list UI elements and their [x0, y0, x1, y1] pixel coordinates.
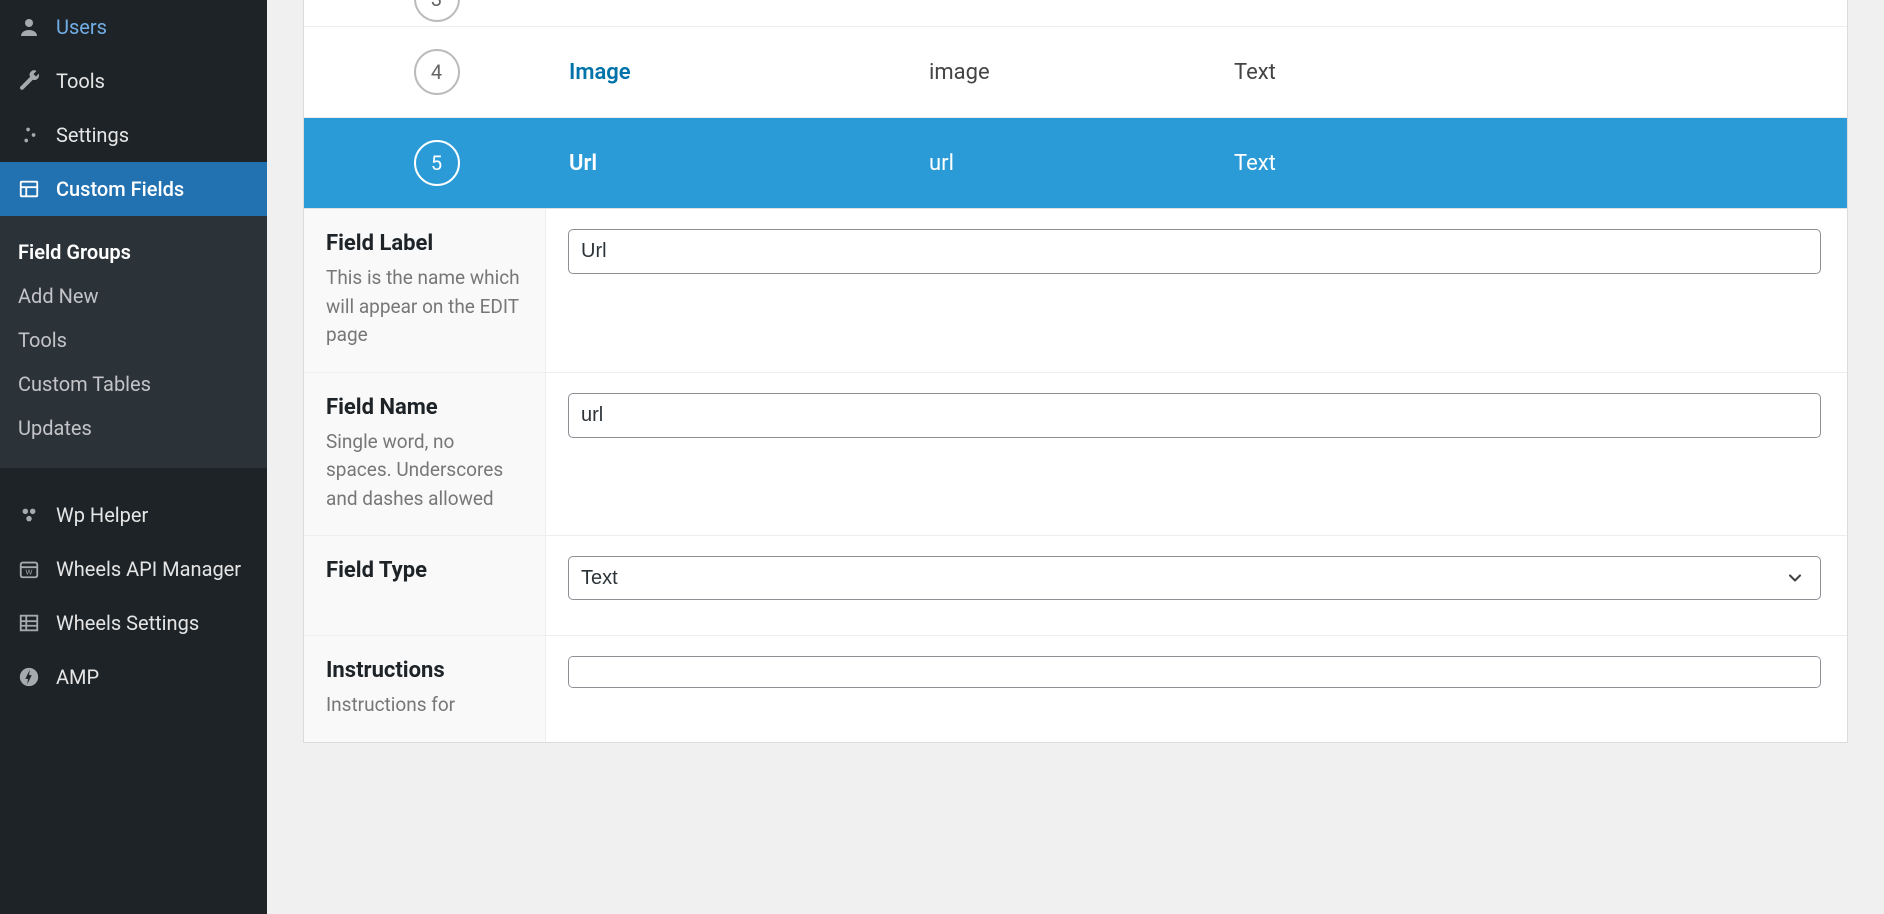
user-icon — [16, 14, 42, 40]
sidebar-item-wp-helper[interactable]: Wp Helper — [0, 488, 267, 542]
layout-icon — [16, 176, 42, 202]
menu-separator — [0, 468, 267, 488]
sidebar-submenu-custom-fields: Field Groups Add New Tools Custom Tables… — [0, 216, 267, 468]
field-name-cell: url — [929, 151, 1234, 176]
grid-icon — [16, 610, 42, 636]
wrench-icon — [16, 68, 42, 94]
field-label-input[interactable] — [568, 229, 1821, 274]
setting-row-field-type: Field Type Text — [304, 536, 1847, 636]
setting-title: Instructions — [326, 658, 523, 683]
sidebar-item-label: Tools — [56, 69, 105, 93]
field-settings: Field Label This is the name which will … — [304, 208, 1847, 742]
svg-text:W: W — [26, 568, 33, 577]
sidebar-item-wheels-api[interactable]: W Wheels API Manager — [0, 542, 267, 596]
sidebar-item-users[interactable]: Users — [0, 0, 267, 54]
sidebar-item-label: Wheels API Manager — [56, 557, 241, 581]
sidebar-item-label: Wp Helper — [56, 503, 148, 527]
calendar-icon: W — [16, 556, 42, 582]
field-order-badge[interactable]: 3 — [414, 0, 460, 22]
field-type-cell: Text — [1234, 151, 1847, 176]
sidebar-item-label: AMP — [56, 665, 99, 689]
sidebar-item-label: Wheels Settings — [56, 611, 199, 635]
sidebar-item-amp[interactable]: AMP — [0, 650, 267, 704]
setting-title: Field Label — [326, 231, 523, 256]
sidebar-item-label: Users — [56, 15, 107, 39]
field-row-active[interactable]: 5 Url url Text — [304, 118, 1847, 208]
field-order-badge[interactable]: 4 — [414, 49, 460, 95]
submenu-item-updates[interactable]: Updates — [0, 406, 267, 450]
submenu-item-custom-tables[interactable]: Custom Tables — [0, 362, 267, 406]
field-name-input[interactable] — [568, 393, 1821, 438]
field-type-cell: Text — [1234, 60, 1847, 85]
sidebar-item-label: Custom Fields — [56, 177, 184, 201]
sidebar-item-label: Settings — [56, 123, 129, 147]
setting-title: Field Name — [326, 395, 523, 420]
field-order-badge[interactable]: 5 — [414, 140, 460, 186]
submenu-item-add-new[interactable]: Add New — [0, 274, 267, 318]
setting-row-field-label: Field Label This is the name which will … — [304, 209, 1847, 373]
submenu-item-field-groups[interactable]: Field Groups — [0, 230, 267, 274]
setting-row-field-name: Field Name Single word, no spaces. Under… — [304, 373, 1847, 537]
field-group-panel: 3 4 Image image Text 5 Url url Text — [303, 0, 1848, 743]
field-name-cell: image — [929, 60, 1234, 85]
amp-icon — [16, 664, 42, 690]
field-label-link[interactable]: Url — [569, 151, 597, 176]
setting-description: Single word, no spaces. Underscores and … — [326, 428, 523, 514]
sidebar-item-settings[interactable]: Settings — [0, 108, 267, 162]
setting-description: Instructions for — [326, 691, 523, 720]
main-content: 3 4 Image image Text 5 Url url Text — [267, 0, 1884, 914]
submenu-item-tools[interactable]: Tools — [0, 318, 267, 362]
field-row[interactable]: 4 Image image Text — [304, 27, 1847, 118]
sidebar-item-custom-fields[interactable]: Custom Fields — [0, 162, 267, 216]
admin-sidebar: Users Tools Settings Custom Fields Field… — [0, 0, 267, 914]
dots-icon — [16, 502, 42, 528]
setting-description: This is the name which will appear on th… — [326, 264, 523, 350]
sidebar-item-wheels-settings[interactable]: Wheels Settings — [0, 596, 267, 650]
instructions-input[interactable] — [568, 656, 1821, 688]
setting-row-instructions: Instructions Instructions for — [304, 636, 1847, 742]
sliders-icon — [16, 122, 42, 148]
field-row[interactable]: 3 — [304, 0, 1847, 27]
setting-title: Field Type — [326, 558, 523, 583]
field-type-select[interactable]: Text — [568, 556, 1821, 600]
sidebar-item-tools[interactable]: Tools — [0, 54, 267, 108]
field-label-link[interactable]: Image — [569, 60, 631, 85]
